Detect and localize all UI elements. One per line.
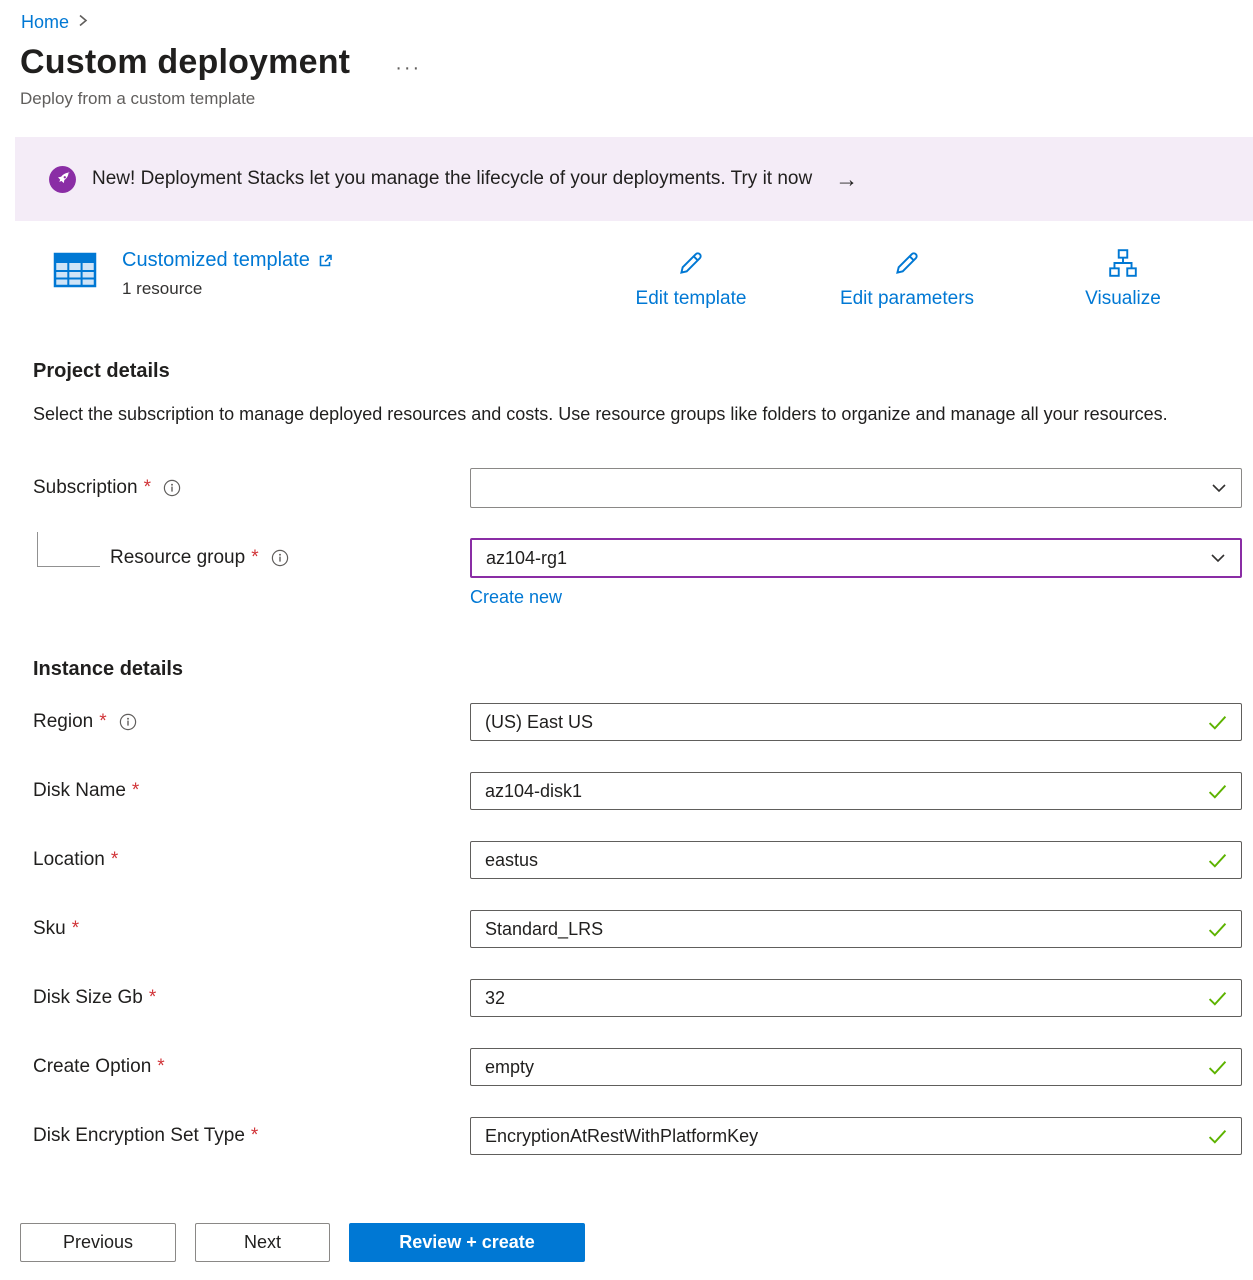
- project-details-description: Select the subscription to manage deploy…: [33, 399, 1183, 430]
- valid-check-icon: [1208, 1060, 1227, 1075]
- disk-size-label: Disk Size Gb: [33, 987, 143, 1009]
- edit-template-button[interactable]: Edit template: [611, 247, 771, 310]
- edit-parameters-button[interactable]: Edit parameters: [827, 247, 987, 310]
- tree-connector-line: [37, 532, 100, 567]
- create-option-label: Create Option: [33, 1056, 151, 1078]
- arrow-right-icon: →: [835, 166, 858, 193]
- region-label: Region: [33, 711, 93, 733]
- instance-details-heading: Instance details: [33, 658, 1242, 681]
- deployment-stacks-banner[interactable]: New! Deployment Stacks let you manage th…: [15, 137, 1253, 221]
- region-value: (US) East US: [485, 712, 593, 733]
- page-subtitle: Deploy from a custom template: [20, 89, 1253, 109]
- disk-encryption-set-type-label: Disk Encryption Set Type: [33, 1125, 245, 1147]
- chevron-right-icon: [77, 12, 89, 33]
- info-icon[interactable]: [119, 713, 137, 731]
- edit-template-label: Edit template: [611, 288, 771, 310]
- page-title: Custom deployment: [20, 43, 350, 82]
- required-marker: *: [111, 849, 118, 871]
- disk-name-label: Disk Name: [33, 780, 126, 802]
- custom-deployment-page: Home Custom deployment ··· Deploy from a…: [0, 0, 1253, 1280]
- chevron-down-icon: [1210, 551, 1226, 565]
- chevron-down-icon: [1211, 481, 1227, 495]
- valid-check-icon: [1208, 853, 1227, 868]
- flowchart-icon: [1107, 247, 1139, 279]
- required-marker: *: [99, 711, 106, 733]
- next-button[interactable]: Next: [195, 1223, 330, 1262]
- required-marker: *: [132, 780, 139, 802]
- valid-check-icon: [1208, 1129, 1227, 1144]
- customized-template-link[interactable]: Customized template: [122, 249, 333, 272]
- breadcrumb-home-link[interactable]: Home: [21, 12, 69, 33]
- template-name-label: Customized template: [122, 249, 310, 272]
- previous-button[interactable]: Previous: [20, 1223, 176, 1262]
- review-create-button[interactable]: Review + create: [349, 1223, 585, 1262]
- breadcrumb: Home: [0, 0, 1253, 33]
- info-icon[interactable]: [271, 549, 289, 567]
- more-menu-button[interactable]: ···: [395, 48, 421, 78]
- create-option-value: empty: [485, 1057, 534, 1078]
- location-label: Location: [33, 849, 105, 871]
- resource-group-value: az104-rg1: [486, 548, 567, 569]
- region-input[interactable]: (US) East US: [470, 703, 1242, 741]
- visualize-button[interactable]: Visualize: [1043, 247, 1203, 310]
- subscription-label: Subscription: [33, 477, 138, 499]
- template-icon: [52, 247, 98, 299]
- valid-check-icon: [1208, 784, 1227, 799]
- subscription-dropdown[interactable]: [470, 468, 1242, 508]
- required-marker: *: [72, 918, 79, 940]
- required-marker: *: [149, 987, 156, 1009]
- disk-name-value: az104-disk1: [485, 781, 582, 802]
- external-link-icon: [317, 253, 333, 269]
- valid-check-icon: [1208, 991, 1227, 1006]
- valid-check-icon: [1208, 715, 1227, 730]
- required-marker: *: [251, 1125, 258, 1147]
- disk-size-value: 32: [485, 988, 505, 1009]
- info-icon[interactable]: [163, 479, 181, 497]
- visualize-label: Visualize: [1043, 288, 1203, 310]
- project-details-heading: Project details: [33, 360, 1253, 383]
- banner-text: New! Deployment Stacks let you manage th…: [92, 168, 812, 190]
- location-input[interactable]: eastus: [470, 841, 1242, 879]
- pencil-icon: [891, 247, 923, 279]
- resource-count: 1 resource: [122, 279, 333, 299]
- resource-group-dropdown[interactable]: az104-rg1: [470, 538, 1242, 578]
- sku-value: Standard_LRS: [485, 919, 603, 940]
- pencil-icon: [675, 247, 707, 279]
- create-new-link[interactable]: Create new: [470, 587, 562, 608]
- resource-group-label: Resource group: [110, 547, 245, 569]
- disk-size-input[interactable]: 32: [470, 979, 1242, 1017]
- required-marker: *: [251, 547, 258, 569]
- edit-parameters-label: Edit parameters: [827, 288, 987, 310]
- sku-label: Sku: [33, 918, 66, 940]
- valid-check-icon: [1208, 922, 1227, 937]
- disk-name-input[interactable]: az104-disk1: [470, 772, 1242, 810]
- create-option-input[interactable]: empty: [470, 1048, 1242, 1086]
- sku-input[interactable]: Standard_LRS: [470, 910, 1242, 948]
- rocket-icon: [48, 165, 77, 194]
- required-marker: *: [144, 477, 151, 499]
- disk-encryption-set-type-input[interactable]: EncryptionAtRestWithPlatformKey: [470, 1117, 1242, 1155]
- location-value: eastus: [485, 850, 538, 871]
- footer-bar: Previous Next Review + create: [0, 1205, 1253, 1280]
- disk-encryption-set-type-value: EncryptionAtRestWithPlatformKey: [485, 1126, 758, 1147]
- required-marker: *: [157, 1056, 164, 1078]
